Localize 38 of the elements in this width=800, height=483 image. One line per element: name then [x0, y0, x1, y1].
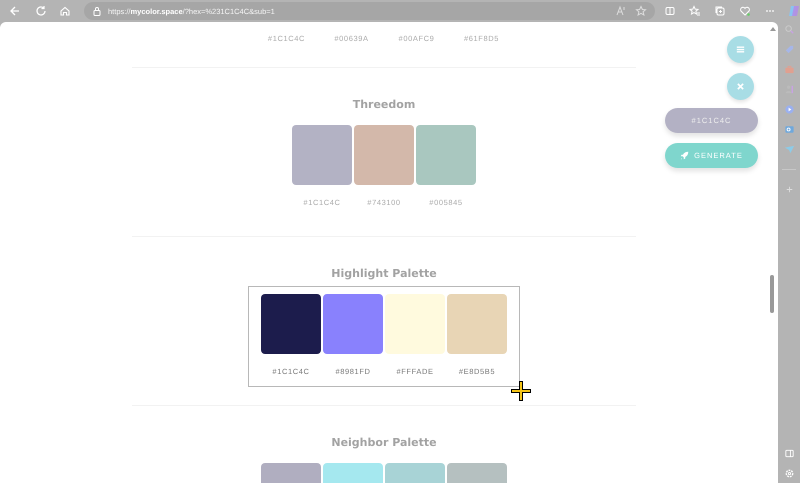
sidebar-panel-icon[interactable] [784, 448, 794, 459]
favorites-icon[interactable] [689, 5, 701, 17]
heart-icon[interactable] [739, 5, 751, 17]
color-swatch[interactable] [416, 125, 476, 185]
crosshair-cursor-icon [509, 379, 533, 403]
scroll-up-icon[interactable] [769, 26, 777, 32]
palette-title: Highlight Palette [331, 267, 437, 281]
star-icon[interactable] [635, 5, 647, 17]
mail-icon[interactable] [784, 124, 794, 135]
tag-icon[interactable] [784, 44, 794, 55]
briefcase-icon[interactable] [784, 64, 794, 75]
color-swatch[interactable] [261, 294, 321, 354]
rocket-icon [680, 151, 690, 160]
circle-play-icon[interactable] [784, 104, 794, 115]
person-icon[interactable] [784, 84, 794, 95]
menu-button[interactable] [727, 36, 754, 63]
copilot-icon[interactable] [788, 5, 800, 17]
scrollbar-thumb[interactable] [770, 275, 774, 313]
settings-icon[interactable] [784, 468, 794, 479]
lock-icon[interactable] [92, 6, 102, 16]
palette-title: Threedom [352, 98, 416, 112]
paper-plane-icon[interactable] [784, 144, 794, 155]
color-swatch[interactable] [385, 294, 445, 354]
color-swatch[interactable] [323, 294, 383, 354]
home-icon[interactable] [59, 5, 71, 17]
menu-icon [735, 44, 746, 55]
back-icon[interactable] [9, 5, 21, 17]
read-aloud-icon[interactable] [615, 5, 627, 17]
close-icon [736, 82, 745, 91]
refresh-icon[interactable] [35, 5, 47, 17]
collections-icon[interactable] [714, 5, 726, 17]
color-swatch[interactable] [354, 125, 414, 185]
close-button[interactable] [727, 73, 754, 100]
color-swatch[interactable] [292, 125, 352, 185]
split-screen-icon[interactable] [664, 5, 676, 17]
search-icon[interactable] [784, 24, 794, 35]
palette-title: Neighbor Palette [331, 436, 437, 450]
color-swatch[interactable] [447, 294, 507, 354]
